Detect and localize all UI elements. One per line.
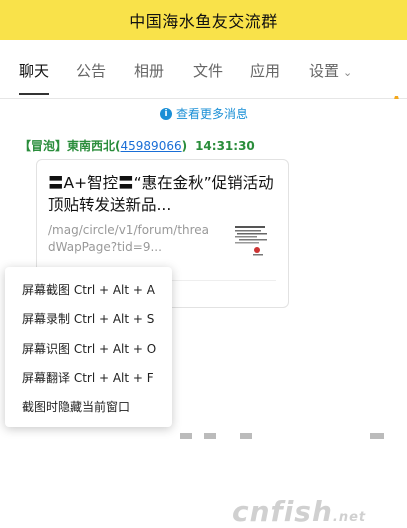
sender-qq-number[interactable]: 45989066 (121, 139, 182, 153)
tab-files[interactable]: 文件 (193, 60, 223, 81)
tab-chat[interactable]: 聊天 (19, 60, 49, 81)
menu-item-screenshot[interactable]: 屏幕截图 Ctrl + Alt + A (22, 281, 155, 298)
card-title: 〓A+智控〓“惠在金秋”促销活动顶贴转发送新品... (48, 174, 274, 214)
menu-item-screen-ocr[interactable]: 屏幕识图 Ctrl + Alt + O (22, 340, 156, 357)
screenshot-context-menu: 屏幕截图 Ctrl + Alt + A 屏幕录制 Ctrl + Alt + S … (5, 267, 172, 427)
title-bar: 中国海水鱼友交流群 (0, 0, 407, 40)
window-title: 中国海水鱼友交流群 (129, 12, 278, 31)
tab-settings-label: 设置 (309, 62, 340, 80)
toolbar-icon-1 (180, 433, 192, 439)
toolbar-icon-4 (370, 433, 384, 439)
message-header: 【冒泡】東南西北(45989066) 14:31:30 (19, 137, 255, 154)
tab-bar: 聊天 公告 相册 文件 应用 设置 ⌄ (0, 40, 407, 109)
toolbar-icon-2 (204, 433, 216, 439)
active-tab-indicator (19, 93, 49, 95)
menu-item-hide-window[interactable]: 截图时隐藏当前窗口 (22, 398, 130, 415)
watermark-suffix: .net (332, 510, 367, 525)
member-tag: 【冒泡】 (19, 139, 68, 153)
message-time: 14:31:30 (195, 139, 255, 153)
tab-settings[interactable]: 设置 ⌄ (309, 60, 352, 81)
input-toolbar (180, 433, 384, 439)
info-icon: i (160, 107, 172, 120)
qq-close-paren: ) (181, 139, 188, 153)
menu-item-screen-translate[interactable]: 屏幕翻译 Ctrl + Alt + F (22, 369, 154, 386)
toolbar-icon-3 (240, 433, 252, 439)
sender-name[interactable]: 東南西北 (67, 139, 115, 153)
tab-apps[interactable]: 应用 (250, 60, 280, 81)
thumbnail-image (227, 216, 275, 264)
view-more-messages-link[interactable]: i 查看更多消息 (160, 105, 248, 122)
view-more-messages-label: 查看更多消息 (176, 107, 249, 121)
tab-announcements[interactable]: 公告 (76, 60, 106, 81)
menu-item-screen-record[interactable]: 屏幕录制 Ctrl + Alt + S (22, 310, 154, 327)
tab-album[interactable]: 相册 (134, 60, 164, 81)
watermark: cnfish.net (232, 495, 366, 528)
watermark-text: cnfish (232, 495, 333, 528)
chevron-down-icon: ⌄ (343, 66, 353, 79)
card-url: /mag/circle/v1/forum/threadWapPage?tid=9… (48, 223, 210, 254)
